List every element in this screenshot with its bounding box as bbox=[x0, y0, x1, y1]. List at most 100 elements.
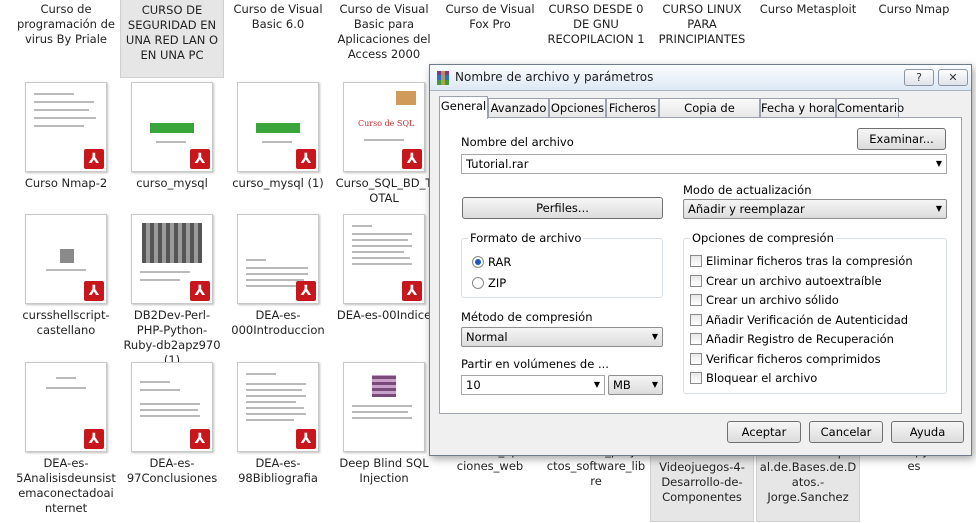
ok-button[interactable]: Aceptar bbox=[727, 421, 801, 443]
tab-comment[interactable]: Comentario bbox=[836, 98, 904, 118]
checkbox-icon bbox=[690, 314, 702, 326]
document-thumbnail: ⅄ bbox=[237, 214, 319, 304]
tab-backup[interactable]: Copia de seguridad bbox=[659, 98, 760, 133]
document-thumbnail: ⅄ bbox=[237, 362, 319, 452]
option-label: Bloquear el archivo bbox=[706, 371, 818, 385]
dialog-titlebar[interactable]: Nombre de archivo y parámetros ? ✕ bbox=[430, 65, 971, 91]
option-solid-checkbox[interactable]: Crear un archivo sólido bbox=[690, 293, 839, 307]
compression-options-group: Opciones de compresión Eliminar ficheros… bbox=[683, 231, 947, 394]
option-delete-after-checkbox[interactable]: Eliminar ficheros tras la compresión bbox=[690, 254, 913, 268]
file-name: CURSO DESDE 0 DE GNU RECOPILACION 1 bbox=[547, 2, 645, 46]
split-unit-select[interactable]: MB ▼ bbox=[608, 375, 663, 395]
dialog-title: Nombre de archivo y parámetros bbox=[455, 70, 654, 84]
thumb-title: Curso de SQL bbox=[358, 119, 415, 128]
help-title-button[interactable]: ? bbox=[904, 69, 934, 86]
compression-method-select[interactable]: Normal ▼ bbox=[461, 327, 663, 347]
file-item[interactable]: CURSO LINUX PARA PRINCIPIANTES bbox=[650, 0, 754, 47]
file-item[interactable]: Curso de programación de virus By Priale bbox=[14, 0, 118, 47]
tab-general[interactable]: General bbox=[439, 96, 488, 119]
tab-options[interactable]: Opciones bbox=[549, 98, 606, 118]
checkbox-icon bbox=[690, 275, 702, 287]
acrobat-pdf-icon: ⅄ bbox=[84, 149, 104, 169]
file-item[interactable]: ⅄ Curso Nmap-2 bbox=[14, 78, 118, 191]
checkbox-icon bbox=[690, 372, 702, 384]
update-mode-select[interactable]: Añadir y reemplazar ▼ bbox=[683, 199, 947, 219]
general-tab-panel: Nombre del archivo Examinar... Tutorial.… bbox=[439, 117, 962, 414]
option-lock-archive-checkbox[interactable]: Bloquear el archivo bbox=[690, 371, 817, 385]
document-thumbnail: ⅄ bbox=[343, 214, 425, 304]
file-item[interactable]: ⅄ DEA-es-00Indice bbox=[332, 210, 436, 323]
file-item[interactable]: Curso de Visual Fox Pro bbox=[438, 0, 542, 32]
help-button[interactable]: Ayuda bbox=[891, 421, 964, 443]
file-item[interactable]: Curso de Visual Basic para Aplicaciones … bbox=[332, 0, 436, 62]
file-name: Curso Metasploit bbox=[759, 2, 857, 16]
split-volumes-label: Partir en volúmenes de ... bbox=[461, 357, 609, 371]
close-button[interactable]: ✕ bbox=[938, 69, 968, 86]
file-item[interactable]: ⅄ cursshellscript-castellano bbox=[14, 210, 118, 338]
file-item[interactable]: Deep Blind SQL Injection bbox=[332, 358, 436, 486]
acrobat-pdf-icon: ⅄ bbox=[190, 149, 210, 169]
file-name: curso_mysql (1) bbox=[232, 176, 324, 190]
file-item[interactable]: Curso de SQL ⅄ Curso_SQL_BD_TOTAL bbox=[332, 78, 436, 206]
update-mode-value: Añadir y reemplazar bbox=[688, 202, 805, 216]
option-label: Añadir Verificación de Autenticidad bbox=[706, 313, 909, 327]
chevron-down-icon[interactable]: ▼ bbox=[936, 155, 942, 173]
option-authenticity-checkbox[interactable]: Añadir Verificación de Autenticidad bbox=[690, 313, 908, 327]
archive-format-title: Formato de archivo bbox=[468, 231, 584, 245]
file-item[interactable]: ⅄ DB2Dev-Perl-PHP-Python-Ruby-db2apz970 … bbox=[120, 210, 224, 368]
chevron-down-icon: ▼ bbox=[935, 204, 942, 213]
checkbox-icon bbox=[690, 294, 702, 306]
archive-parameters-dialog: Nombre de archivo y parámetros ? ✕ Gener… bbox=[429, 64, 972, 456]
file-name: Curso de Visual Fox Pro bbox=[445, 2, 535, 31]
file-name: DEA-es-00Indice bbox=[336, 308, 432, 322]
file-item[interactable]: CURSO DE SEGURIDAD EN UNA RED LAN O EN U… bbox=[120, 0, 224, 78]
profiles-button[interactable]: Perfiles... bbox=[462, 197, 663, 219]
archive-name-label: Nombre del archivo bbox=[461, 135, 574, 149]
option-label: Crear un archivo autoextraíble bbox=[706, 274, 882, 288]
file-item[interactable]: CURSO DESDE 0 DE GNU RECOPILACION 1 bbox=[544, 0, 648, 47]
document-thumbnail: ⅄ bbox=[25, 214, 107, 304]
option-sfx-checkbox[interactable]: Crear un archivo autoextraíble bbox=[690, 274, 882, 288]
format-rar-radio[interactable]: RAR bbox=[472, 255, 511, 269]
document-thumbnail: ⅄ bbox=[131, 362, 213, 452]
split-size-value: 10 bbox=[466, 378, 481, 392]
file-item[interactable]: ⅄ curso_mysql (1) bbox=[226, 78, 330, 191]
split-unit-value: MB bbox=[613, 378, 631, 392]
file-item[interactable]: ⅄ curso_mysql bbox=[120, 78, 224, 191]
file-name: Curso de Visual Basic 6.0 bbox=[233, 2, 323, 31]
option-test-files-checkbox[interactable]: Verificar ficheros comprimidos bbox=[690, 352, 881, 366]
tab-advanced[interactable]: Avanzado bbox=[488, 98, 549, 118]
file-name: curso_mysql bbox=[136, 176, 208, 190]
acrobat-pdf-icon: ⅄ bbox=[84, 281, 104, 301]
option-recovery-record-checkbox[interactable]: Añadir Registro de Recuperación bbox=[690, 332, 894, 346]
format-rar-label: RAR bbox=[488, 255, 512, 269]
winrar-app-icon bbox=[437, 71, 449, 85]
browse-button[interactable]: Examinar... bbox=[857, 128, 946, 150]
split-size-combo[interactable]: 10 ▼ bbox=[461, 375, 605, 395]
compression-method-value: Normal bbox=[466, 330, 508, 344]
file-item[interactable]: ⅄ DEA-es-97Conclusiones bbox=[120, 358, 224, 486]
cancel-button[interactable]: Cancelar bbox=[809, 421, 883, 443]
archive-name-combo[interactable]: Tutorial.rar ▼ bbox=[461, 154, 947, 174]
tab-date-time[interactable]: Fecha y hora bbox=[760, 98, 836, 118]
format-zip-radio[interactable]: ZIP bbox=[472, 276, 506, 290]
file-item[interactable]: ⅄ DEA-es-000Introduccion bbox=[226, 210, 330, 338]
document-thumbnail: ⅄ bbox=[25, 362, 107, 452]
checkbox-icon bbox=[690, 333, 702, 345]
document-thumbnail: ⅄ bbox=[131, 82, 213, 172]
acrobat-pdf-icon: ⅄ bbox=[190, 281, 210, 301]
file-item[interactable]: Curso Metasploit bbox=[756, 0, 860, 17]
file-name: DEA-es-5Analisisdeunsistemaconectadoaint… bbox=[16, 456, 116, 515]
file-name: CURSO LINUX PARA PRINCIPIANTES bbox=[658, 2, 746, 46]
chevron-down-icon[interactable]: ▼ bbox=[594, 376, 600, 394]
file-name: DEA-es-000Introduccion bbox=[231, 308, 325, 337]
file-item[interactable]: Curso de Visual Basic 6.0 bbox=[226, 0, 330, 32]
file-item[interactable]: Curso Nmap bbox=[862, 0, 966, 17]
document-thumbnail bbox=[343, 362, 425, 452]
archive-format-group: Formato de archivo RAR ZIP bbox=[461, 231, 663, 298]
file-item[interactable]: ⅄ DEA-es-5Analisisdeunsistemaconectadoai… bbox=[14, 358, 118, 516]
tab-files[interactable]: Ficheros bbox=[606, 98, 659, 118]
file-item[interactable]: ⅄ DEA-es-98Bibliografia bbox=[226, 358, 330, 486]
file-name: DEA-es-98Bibliografia bbox=[238, 456, 318, 485]
update-mode-label: Modo de actualización bbox=[683, 183, 812, 197]
